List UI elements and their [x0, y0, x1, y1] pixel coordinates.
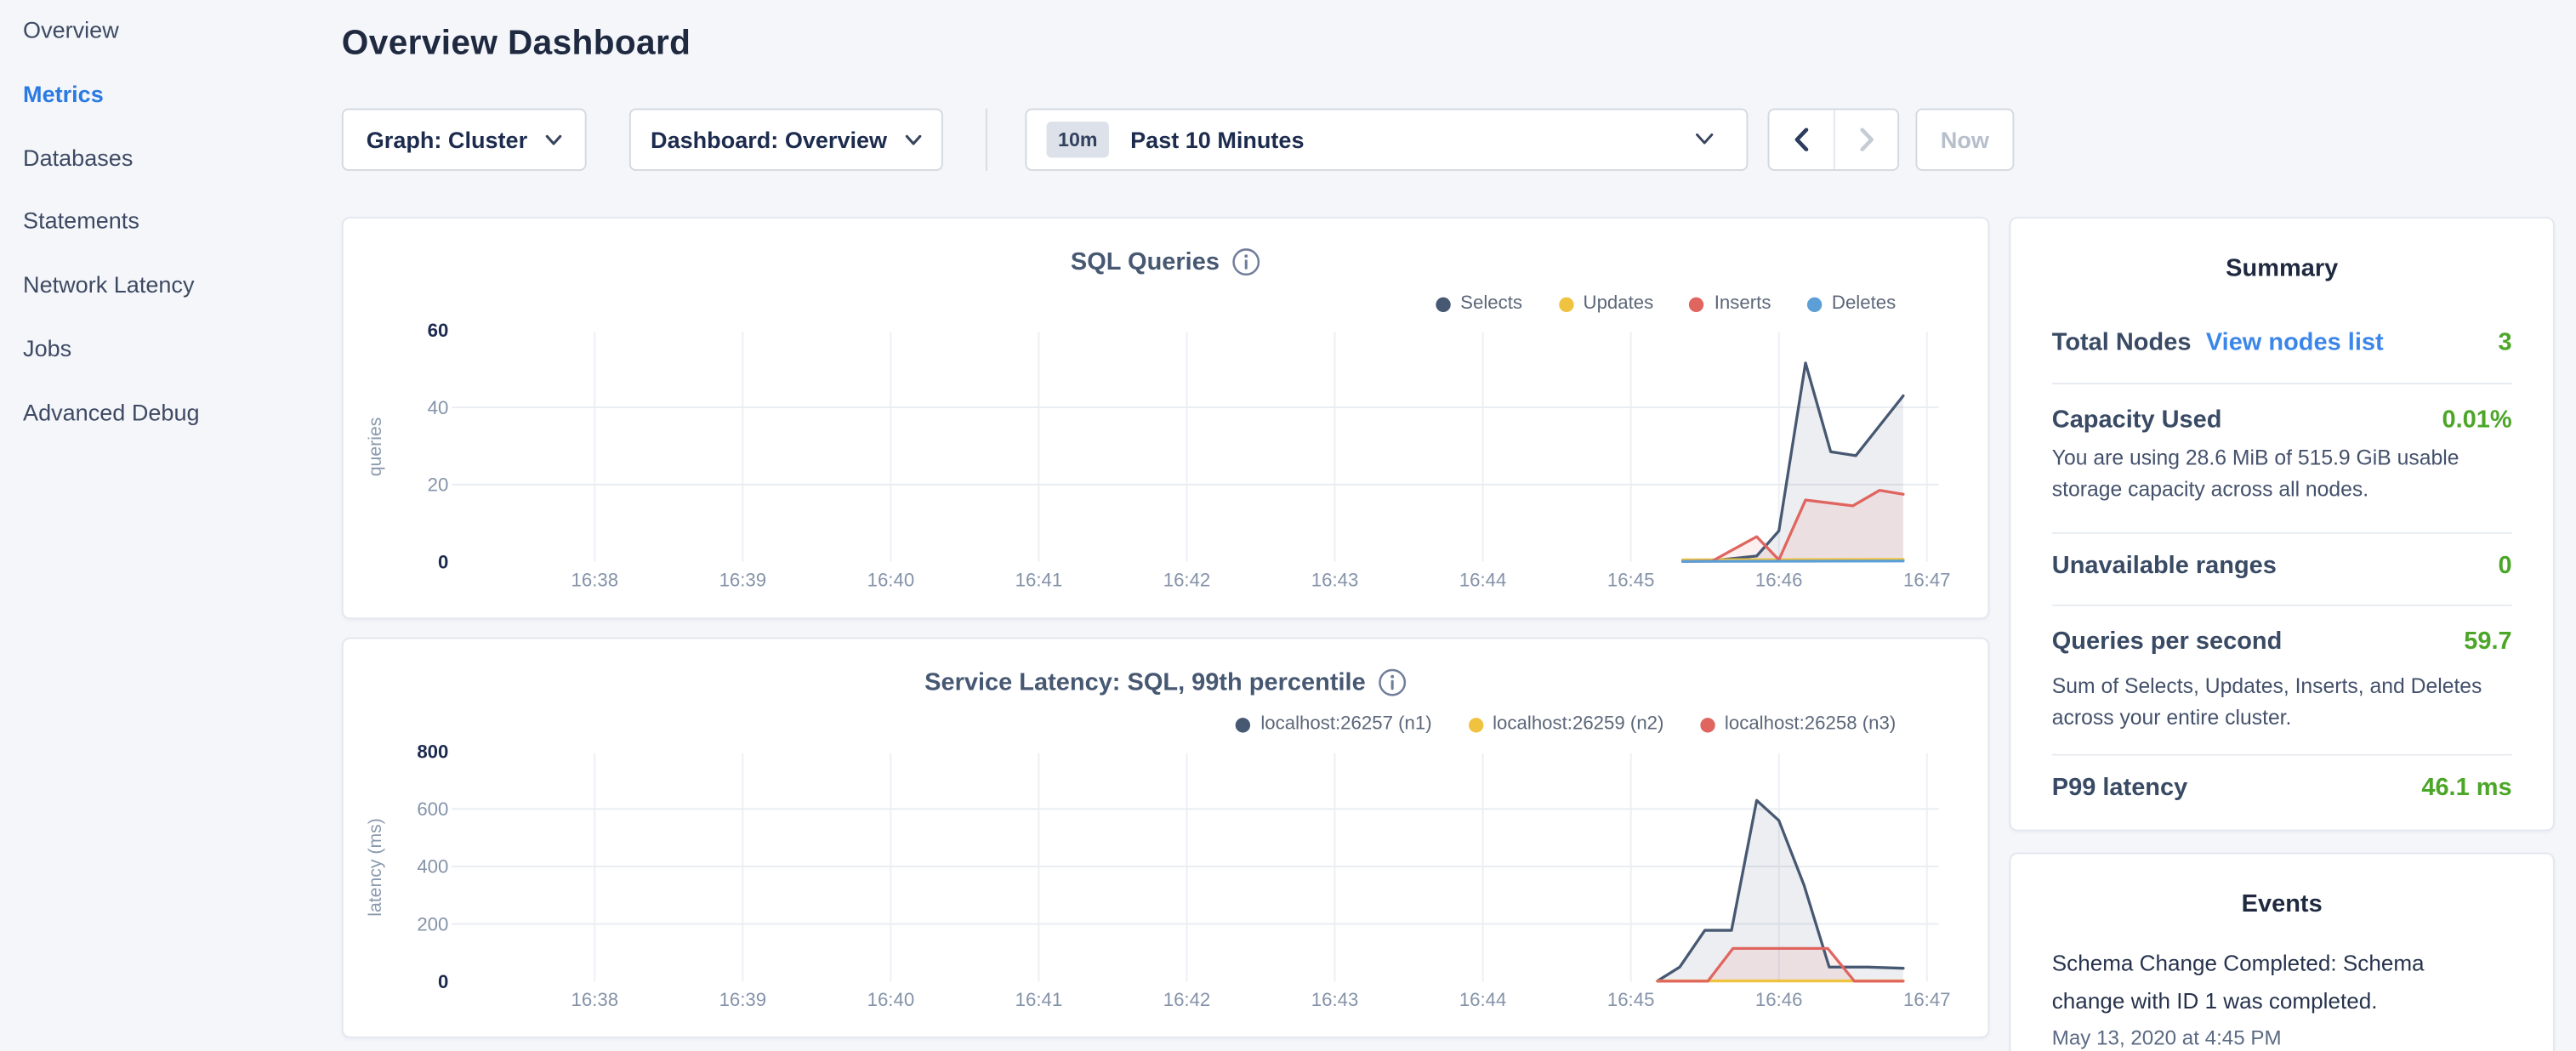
summary-row-description: Sum of Selects, Updates, Inserts, and De… — [2052, 670, 2512, 732]
sidebar-item-jobs[interactable]: Jobs — [0, 316, 328, 380]
controls-divider — [986, 108, 987, 170]
svg-text:16:42: 16:42 — [1163, 989, 1211, 1010]
summary-title: Summary — [2052, 254, 2512, 282]
summary-row-description: You are using 28.6 MiB of 515.9 GiB usab… — [2052, 442, 2512, 504]
svg-text:16:41: 16:41 — [1015, 570, 1063, 591]
sidebar-item-network-latency[interactable]: Network Latency — [0, 253, 328, 316]
summary-row-value: 0 — [2499, 552, 2512, 580]
summary-row-capacity: Capacity Used 0.01% You are using 28.6 M… — [2052, 384, 2512, 534]
sidebar: Overview Metrics Databases Statements Ne… — [0, 0, 328, 1051]
svg-text:16:46: 16:46 — [1755, 989, 1803, 1010]
svg-text:16:47: 16:47 — [1903, 989, 1951, 1010]
sidebar-item-metrics[interactable]: Metrics — [0, 62, 328, 126]
dashboard-dropdown[interactable]: Dashboard: Overview — [629, 108, 943, 170]
svg-text:20: 20 — [428, 474, 449, 496]
sidebar-item-advanced-debug[interactable]: Advanced Debug — [0, 380, 328, 444]
sidebar-item-statements[interactable]: Statements — [0, 190, 328, 253]
now-button-label: Now — [1941, 127, 1989, 153]
summary-row-label: Total Nodes — [2052, 328, 2192, 356]
chevron-down-icon — [905, 134, 921, 145]
summary-row-label: Capacity Used — [2052, 406, 2222, 434]
svg-text:200: 200 — [417, 913, 448, 935]
time-range-dropdown[interactable]: 10m Past 10 Minutes — [1025, 108, 1748, 170]
svg-text:16:43: 16:43 — [1311, 570, 1359, 591]
svg-text:16:38: 16:38 — [571, 989, 619, 1010]
summary-panel: Summary Total Nodes View nodes list 3 Ca… — [2010, 217, 2555, 831]
svg-text:800: 800 — [417, 741, 448, 763]
events-title: Events — [2052, 890, 2512, 918]
svg-text:16:42: 16:42 — [1163, 570, 1211, 591]
now-button[interactable]: Now — [1915, 108, 2014, 170]
svg-text:0: 0 — [438, 551, 448, 572]
svg-text:16:45: 16:45 — [1607, 570, 1655, 591]
svg-text:16:38: 16:38 — [571, 570, 619, 591]
summary-row-total-nodes: Total Nodes View nodes list 3 — [2052, 282, 2512, 384]
event-list-item[interactable]: Schema Change Completed: Schema change w… — [2052, 945, 2512, 1050]
sql-queries-plot[interactable]: 16:38 16:39 16:40 16:41 16:42 16:43 16:44 16:45… — [344, 219, 1992, 621]
service-latency-plot[interactable]: 16:38 16:39 16:40 16:41 16:42 16:43 16:44 16:45… — [344, 639, 1992, 1041]
page-title: Overview Dashboard — [342, 25, 691, 64]
svg-text:16:40: 16:40 — [867, 570, 915, 591]
graph-dropdown-label: Graph: Cluster — [367, 127, 527, 153]
summary-row-p99-latency: P99 latency 46.1 ms — [2052, 756, 2512, 825]
chevron-down-icon — [1696, 133, 1714, 145]
svg-text:16:39: 16:39 — [719, 570, 767, 591]
time-step-forward-button[interactable] — [1834, 110, 1897, 169]
view-nodes-list-link[interactable]: View nodes list — [2206, 328, 2384, 356]
sidebar-item-databases[interactable]: Databases — [0, 126, 328, 190]
svg-text:16:40: 16:40 — [867, 989, 915, 1010]
svg-text:16:41: 16:41 — [1015, 989, 1063, 1010]
event-text: Schema Change Completed: Schema change w… — [2052, 945, 2447, 1020]
summary-row-value: 46.1 ms — [2421, 774, 2511, 802]
time-step-buttons — [1768, 108, 1900, 170]
svg-text:60: 60 — [428, 320, 449, 341]
svg-text:latency (ms): latency (ms) — [365, 818, 385, 917]
summary-row-label: P99 latency — [2052, 774, 2187, 802]
sidebar-item-overview[interactable]: Overview — [0, 0, 328, 62]
svg-text:16:44: 16:44 — [1459, 989, 1507, 1010]
svg-text:16:47: 16:47 — [1903, 570, 1951, 591]
svg-text:queries: queries — [365, 418, 385, 477]
events-panel: Events Schema Change Completed: Schema c… — [2010, 853, 2555, 1051]
graph-dropdown[interactable]: Graph: Cluster — [342, 108, 587, 170]
svg-text:16:45: 16:45 — [1607, 989, 1655, 1010]
svg-text:40: 40 — [428, 397, 449, 418]
summary-row-value: 59.7 — [2464, 628, 2511, 656]
summary-row-value: 3 — [2499, 328, 2512, 356]
svg-text:0: 0 — [438, 971, 448, 992]
service-latency-chart-card: Service Latency: SQL, 99th percentile lo… — [342, 638, 1990, 1038]
chevron-down-icon — [545, 134, 561, 145]
summary-row-label: Unavailable ranges — [2052, 552, 2277, 580]
svg-text:16:43: 16:43 — [1311, 989, 1359, 1010]
event-timestamp: May 13, 2020 at 4:45 PM — [2052, 1026, 2512, 1049]
summary-row-queries-per-second: Queries per second 59.7 Sum of Selects, … — [2052, 606, 2512, 756]
svg-text:16:46: 16:46 — [1755, 570, 1803, 591]
time-range-label: Past 10 Minutes — [1130, 127, 1304, 153]
svg-text:16:44: 16:44 — [1459, 570, 1507, 591]
summary-row-value: 0.01% — [2442, 406, 2511, 434]
svg-text:400: 400 — [417, 856, 448, 878]
svg-text:600: 600 — [417, 798, 448, 820]
time-scale-badge: 10m — [1047, 122, 1109, 157]
chevron-left-icon — [1794, 128, 1808, 151]
time-step-back-button[interactable] — [1770, 110, 1834, 169]
dashboard-dropdown-label: Dashboard: Overview — [651, 127, 887, 153]
svg-text:16:39: 16:39 — [719, 989, 767, 1010]
summary-row-label: Queries per second — [2052, 628, 2283, 656]
summary-row-unavailable-ranges: Unavailable ranges 0 — [2052, 534, 2512, 606]
chevron-right-icon — [1859, 128, 1874, 151]
sql-queries-chart-card: SQL Queries Selects Updates Inserts Dele… — [342, 217, 1990, 619]
